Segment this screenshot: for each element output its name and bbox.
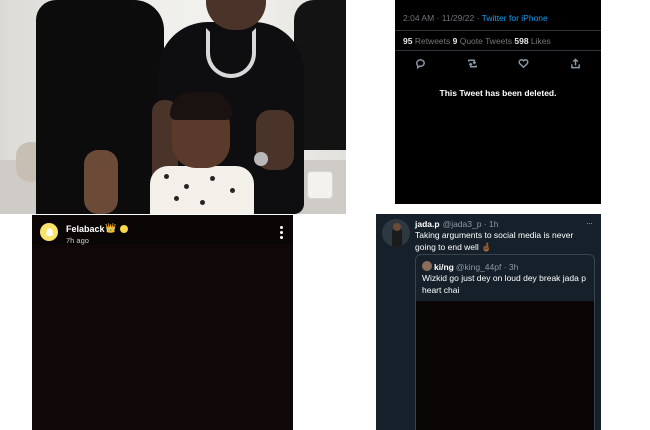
more-options-icon[interactable]: ··· (586, 218, 593, 228)
retweets-label[interactable]: Retweets (412, 36, 452, 46)
tweet-divider (395, 50, 601, 51)
quote-tweet-header: jada.p @jada3_p · 1h (415, 219, 498, 229)
story-username[interactable]: Felaback (66, 224, 105, 234)
photo-candle (308, 172, 332, 198)
story-media (32, 245, 293, 430)
author-handle[interactable]: @jada3_p · 1h (443, 219, 499, 229)
more-options-icon[interactable] (278, 226, 284, 242)
tweet-timestamp: 2:04 AM · 11/29/22 · (403, 13, 482, 23)
likes-label[interactable]: Likes (529, 36, 551, 46)
like-icon[interactable] (516, 56, 532, 70)
quoted-author-name: ki/ng (434, 262, 454, 272)
tweet-timestamp-row: 2:04 AM · 11/29/22 · Twitter for iPhone (403, 13, 548, 23)
story-card: Felaback 👑 7h ago (32, 215, 293, 430)
tweet-action-bar (395, 55, 601, 71)
screenshot-collage: 2:04 AM · 11/29/22 · Twitter for iPhone … (0, 0, 650, 430)
quoted-tweet[interactable]: ki/ng @king_44pf · 3h Wizkid go just dey … (415, 254, 595, 430)
quoted-avatar (422, 261, 432, 271)
tweet-deleted-notice: This Tweet has been deleted. (439, 88, 557, 98)
story-avatar[interactable] (40, 223, 58, 241)
author-name[interactable]: jada.p (415, 219, 440, 229)
photo-boy-hair (170, 92, 232, 120)
retweet-icon[interactable] (464, 56, 480, 70)
ghost-icon (44, 227, 54, 236)
photo-woman-arm (84, 150, 118, 214)
likes-count[interactable]: 598 (514, 36, 528, 46)
family-photo (0, 0, 346, 214)
quoted-author-handle: @king_44pf · 3h (455, 262, 519, 272)
quoted-tweet-media[interactable] (416, 301, 594, 430)
story-time: 7h ago (66, 236, 89, 245)
photo-boy-shirt (150, 166, 254, 214)
story-badge-emoji: 👑 (105, 223, 117, 233)
tweet-card: 2:04 AM · 11/29/22 · Twitter for iPhone … (395, 0, 601, 204)
tweet-text: Taking arguments to social media is neve… (415, 230, 574, 252)
avatar[interactable] (382, 219, 410, 247)
quotes-label[interactable]: Quote Tweets (457, 36, 514, 46)
quoted-tweet-header: ki/ng @king_44pf · 3h (422, 261, 518, 272)
verified-badge-icon (120, 225, 128, 233)
tweet-stats: 95 Retweets 9 Quote Tweets 598 Likes (403, 36, 551, 46)
tweet-divider (395, 30, 601, 31)
photo-watch (254, 152, 268, 166)
reply-icon[interactable] (413, 56, 429, 70)
quote-tweet-card: jada.p @jada3_p · 1h ··· Taking arguments… (376, 214, 601, 430)
tweet-source-link[interactable]: Twitter for iPhone (482, 13, 548, 23)
share-icon[interactable] (567, 56, 583, 70)
photo-chain (206, 28, 256, 78)
quoted-tweet-text: Wizkid go just dey on loud dey break jad… (422, 273, 586, 295)
